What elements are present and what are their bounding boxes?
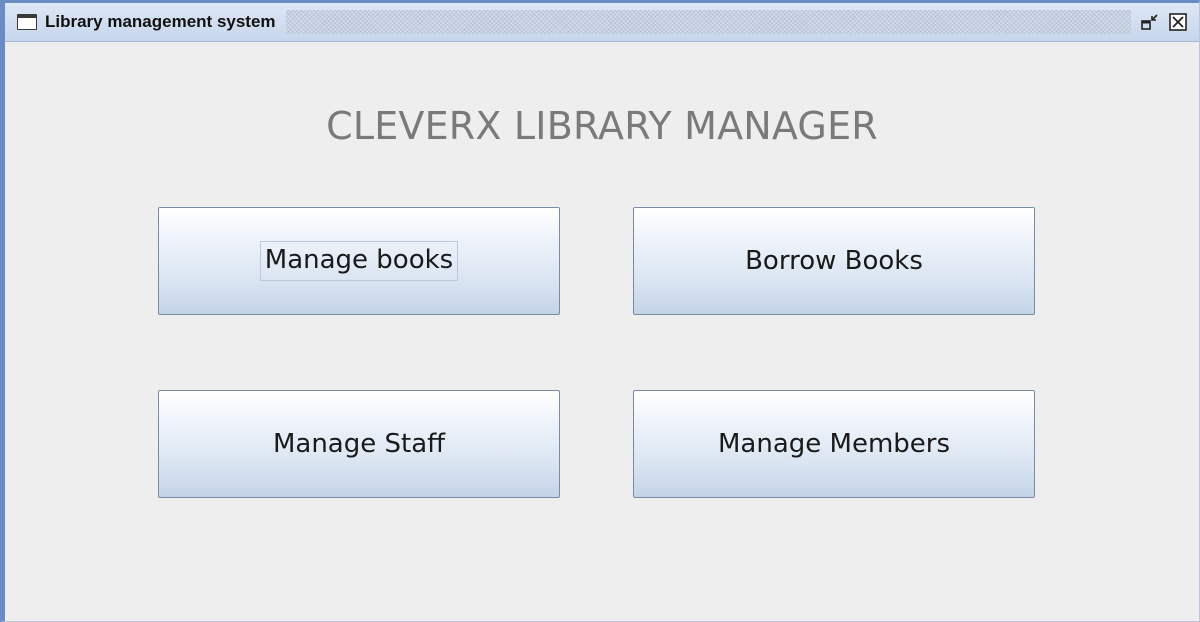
- close-icon: [1169, 13, 1187, 31]
- manage-books-button[interactable]: Manage books: [158, 207, 560, 315]
- manage-members-label: Manage Members: [717, 429, 951, 459]
- borrow-books-button[interactable]: Borrow Books: [633, 207, 1035, 315]
- manage-books-label: Manage books: [259, 241, 459, 281]
- restore-button[interactable]: [1139, 11, 1161, 33]
- window-title: Library management system: [45, 12, 276, 31]
- manage-staff-label: Manage Staff: [272, 429, 446, 459]
- app-heading: CLEVERX LIBRARY MANAGER: [326, 104, 878, 148]
- main-panel: CLEVERX LIBRARY MANAGER Manage books Bor…: [5, 42, 1199, 621]
- title-bar[interactable]: Library management system: [5, 3, 1199, 42]
- title-bar-drag-area[interactable]: [285, 10, 1131, 34]
- restore-icon: [1141, 14, 1158, 30]
- manage-staff-button[interactable]: Manage Staff: [158, 390, 560, 498]
- app-window: Library management system CLEVERX LIBRAR…: [0, 0, 1200, 622]
- window-icon: [17, 14, 37, 30]
- manage-members-button[interactable]: Manage Members: [633, 390, 1035, 498]
- borrow-books-label: Borrow Books: [745, 246, 923, 276]
- close-button[interactable]: [1167, 11, 1189, 33]
